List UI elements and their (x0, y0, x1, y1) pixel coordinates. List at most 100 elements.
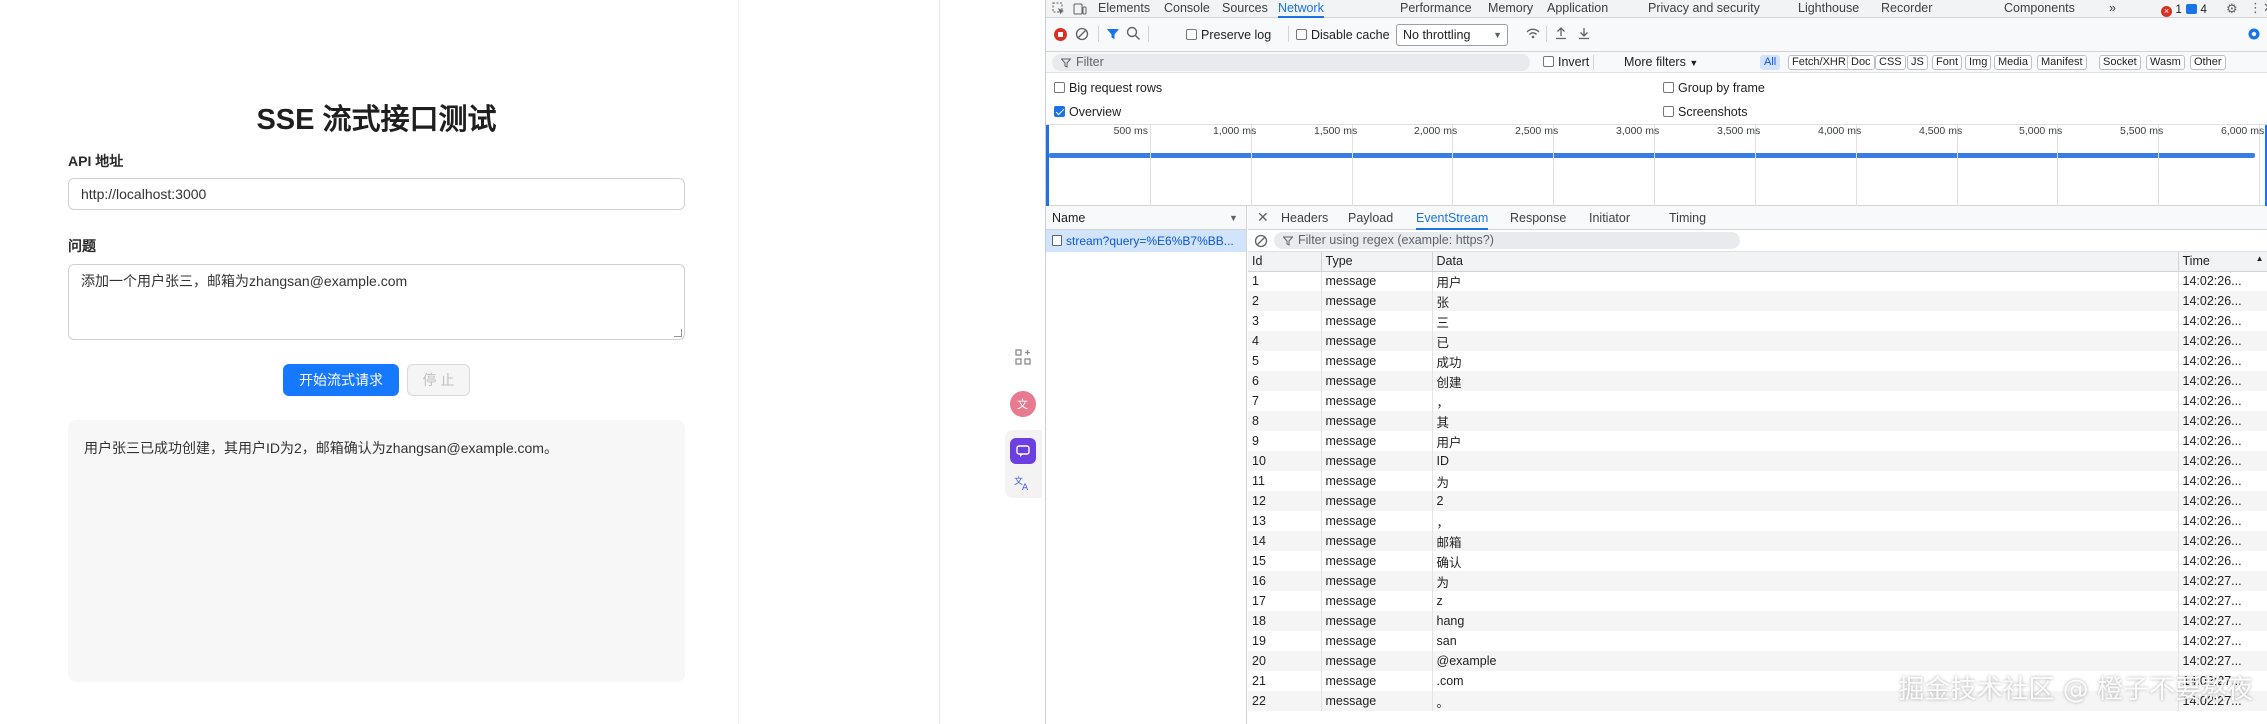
filter-input[interactable]: Filter (1052, 54, 1530, 71)
chip-socket[interactable]: Socket (2099, 55, 2141, 70)
chip-media[interactable]: Media (1994, 55, 2032, 70)
network-settings-gear-icon[interactable] (2246, 26, 2262, 42)
chip-wasm[interactable]: Wasm (2146, 55, 2185, 70)
tab-privacy-security[interactable]: Privacy and security (1648, 0, 1760, 18)
column-header-type[interactable]: Type (1321, 252, 1433, 272)
chip-js[interactable]: JS (1907, 55, 1928, 70)
tab-response[interactable]: Response (1510, 206, 1566, 230)
table-row[interactable]: 5 message 成功 14:02:26... (1248, 351, 2267, 371)
error-count-badge[interactable]: × 1 (2161, 2, 2182, 17)
table-row[interactable]: 12 message 2 14:02:26... (1248, 491, 2267, 511)
timeline-tick-label: 2,000 ms (1414, 125, 1458, 137)
tab-elements[interactable]: Elements (1098, 0, 1150, 18)
close-devtools-icon[interactable]: ✕ (2263, 0, 2267, 16)
tab-performance[interactable]: Performance (1400, 0, 1472, 18)
clear-icon[interactable] (1075, 27, 1089, 41)
table-row[interactable]: 8 message 其 14:02:26... (1248, 411, 2267, 431)
table-header-row: Id Type Data Time ▲ (1248, 252, 2267, 272)
table-row[interactable]: 4 message 已 14:02:26... (1248, 331, 2267, 351)
column-header-id[interactable]: Id (1248, 252, 1322, 272)
device-toolbar-icon[interactable] (1073, 2, 1087, 16)
table-row[interactable]: 7 message， 14:02:26... (1248, 391, 2267, 411)
column-header-data[interactable]: Data (1432, 252, 2179, 272)
disable-cache-label: Disable cache (1311, 28, 1390, 42)
table-row[interactable]: 13 message， 14:02:26... (1248, 511, 2267, 531)
tab-sources[interactable]: Sources (1222, 0, 1268, 18)
table-row[interactable]: 20 message @example 14:02:27... (1248, 651, 2267, 671)
timeline-tick-label: 500 ms (1113, 125, 1148, 137)
table-row[interactable]: 3 message 三 14:02:26... (1248, 311, 2267, 331)
column-header-time[interactable]: Time ▲ (2178, 252, 2267, 272)
chip-fetch-xhr[interactable]: Fetch/XHR (1788, 55, 1850, 70)
tab-initiator[interactable]: Initiator (1589, 206, 1630, 230)
start-stream-button[interactable]: 开始流式请求 (283, 364, 399, 396)
translate-icon[interactable]: 文A (1010, 470, 1036, 496)
translate-bubble-icon[interactable]: 文 (1010, 391, 1036, 417)
tab-headers[interactable]: Headers (1281, 206, 1328, 230)
chip-css[interactable]: CSS (1875, 55, 1906, 70)
table-row[interactable]: 18 message hang 14:02:27... (1248, 611, 2267, 631)
record-stop-icon[interactable] (1054, 28, 1067, 41)
chip-manifest[interactable]: Manifest (2037, 55, 2087, 70)
table-row[interactable]: 19 message san 14:02:27... (1248, 631, 2267, 651)
tab-payload[interactable]: Payload (1348, 206, 1393, 230)
table-row[interactable]: 16 message 为 14:02:27... (1248, 571, 2267, 591)
event-data-cell: 为 (1432, 471, 2179, 491)
clear-events-icon[interactable] (1254, 234, 1268, 248)
table-row[interactable]: 10 message ID 14:02:26... (1248, 451, 2267, 471)
tab-network[interactable]: Network (1278, 0, 1324, 18)
table-row[interactable]: 2 message 张 14:02:26... (1248, 291, 2267, 311)
table-row[interactable]: 17 message z 14:02:27... (1248, 591, 2267, 611)
table-row[interactable]: 11 message 为 14:02:26... (1248, 471, 2267, 491)
chip-all[interactable]: All (1760, 55, 1781, 70)
overview-left-handle[interactable] (1046, 125, 1049, 207)
import-har-icon[interactable] (1554, 26, 1568, 40)
more-tabs-chevron-icon[interactable]: » (2109, 0, 2116, 18)
settings-gear-icon[interactable]: ⚙ (2226, 1, 2238, 17)
event-filter-input[interactable]: Filter using regex (example: https?) (1274, 232, 1740, 249)
throttling-select[interactable]: No throttling ▼ (1396, 24, 1508, 46)
api-url-input[interactable]: http://localhost:3000 (68, 178, 685, 210)
timeline-overview[interactable]: 500 ms 1,000 ms 1,500 ms 2,000 ms 2,500 ms 3,… (1046, 124, 2267, 207)
table-row[interactable]: 15 message 确认 14:02:26... (1248, 551, 2267, 571)
inspect-element-icon[interactable] (1052, 2, 1066, 16)
stop-button[interactable]: 停 止 (407, 364, 470, 396)
tab-lighthouse[interactable]: Lighthouse (1798, 0, 1859, 18)
invert-checkbox[interactable]: Invert (1543, 54, 1589, 70)
more-filters-dropdown[interactable]: More filters ▼ (1624, 54, 1698, 70)
chip-other[interactable]: Other (2190, 55, 2226, 70)
close-detail-icon[interactable]: ✕ (1257, 210, 1269, 224)
tab-application[interactable]: Application (1547, 0, 1608, 18)
tab-eventstream[interactable]: EventStream (1416, 206, 1489, 230)
chat-assistant-icon[interactable] (1010, 438, 1036, 464)
tab-recorder[interactable]: Recorder (1881, 0, 1932, 18)
tab-console[interactable]: Console (1164, 0, 1210, 18)
tab-memory[interactable]: Memory (1488, 0, 1533, 18)
search-icon[interactable] (1126, 26, 1141, 41)
tab-timing[interactable]: Timing (1669, 206, 1706, 230)
network-conditions-icon[interactable] (1525, 26, 1541, 40)
more-options-icon[interactable]: ⋮ (2249, 0, 2262, 16)
disable-cache-checkbox[interactable]: Disable cache (1296, 27, 1390, 43)
name-column-header[interactable]: Name ▼ (1046, 206, 1246, 230)
overview-checkbox[interactable]: Overview (1054, 104, 1121, 120)
preserve-log-checkbox[interactable]: Preserve log (1186, 27, 1271, 43)
tab-components[interactable]: Components (2004, 0, 2075, 18)
table-row[interactable]: 14 message 邮箱 14:02:26... (1248, 531, 2267, 551)
screenshots-checkbox[interactable]: Screenshots (1663, 104, 1747, 120)
resize-grip-icon[interactable] (674, 329, 682, 337)
apps-grid-icon[interactable] (1010, 344, 1036, 370)
filter-funnel-icon[interactable] (1106, 27, 1120, 41)
big-request-rows-checkbox[interactable]: Big request rows (1054, 80, 1162, 96)
message-count-badge[interactable]: 4 (2186, 2, 2207, 16)
table-row[interactable]: 6 message 创建 14:02:26... (1248, 371, 2267, 391)
chip-img[interactable]: Img (1965, 55, 1992, 70)
question-textarea[interactable]: 添加一个用户张三，邮箱为zhangsan@example.com (68, 264, 685, 340)
export-har-icon[interactable] (1577, 26, 1591, 40)
group-by-frame-checkbox[interactable]: Group by frame (1663, 80, 1765, 96)
table-row[interactable]: 9 message 用户 14:02:26... (1248, 431, 2267, 451)
chip-doc[interactable]: Doc (1847, 55, 1875, 70)
request-row[interactable]: stream?query=%E6%B7%BB... (1046, 230, 1246, 252)
table-row[interactable]: 1 message 用户 14:02:26... (1248, 271, 2267, 291)
chip-font[interactable]: Font (1932, 55, 1963, 70)
